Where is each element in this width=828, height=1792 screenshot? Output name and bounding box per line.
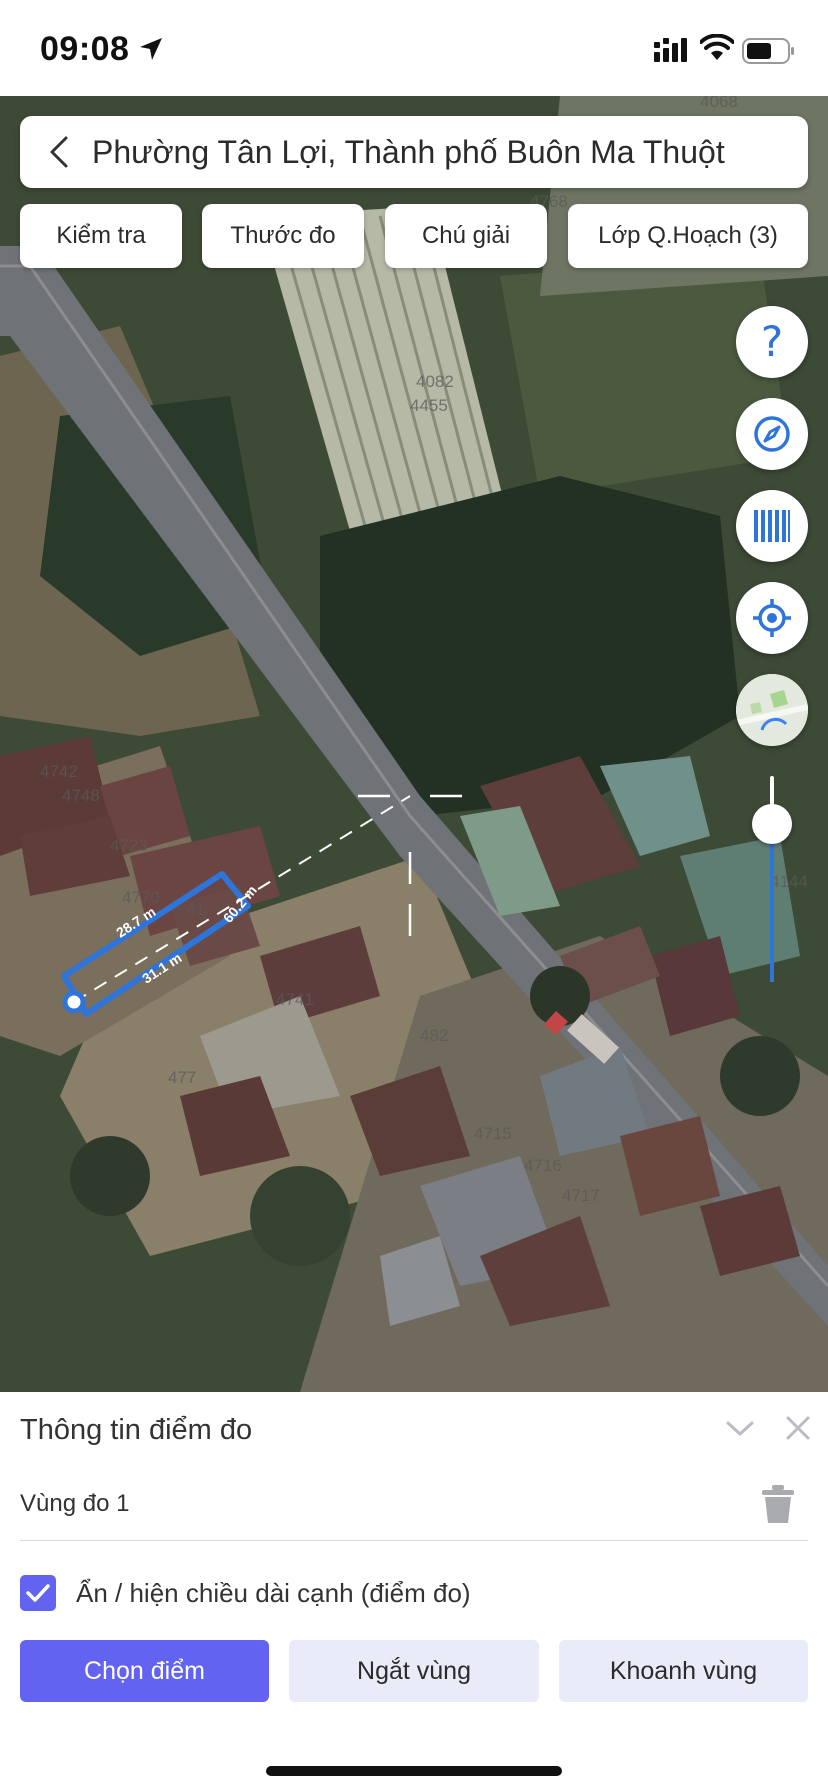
wifi-icon — [700, 34, 734, 60]
parcel-label: 4742 — [40, 762, 78, 781]
parcel-label: 482 — [420, 1026, 449, 1045]
collapse-chevron-icon[interactable] — [722, 1410, 758, 1446]
planning-layer-button[interactable]: Lớp Q.Hoạch (3) — [568, 204, 808, 268]
parcel-label: 4082 — [416, 372, 454, 391]
compass-icon — [754, 416, 790, 452]
break-zone-button[interactable]: Ngắt vùng — [289, 1640, 539, 1702]
locate-button[interactable] — [736, 582, 808, 654]
parcel-label: 477 — [168, 1068, 197, 1087]
parcel-label: 4741 — [276, 990, 314, 1009]
trash-icon[interactable] — [760, 1484, 796, 1524]
locate-icon — [753, 599, 791, 637]
barcode-button[interactable] — [736, 490, 808, 562]
satellite-map[interactable]: 4068 4768 4069 4082 4455 4742 4748 4723 … — [0, 96, 828, 1392]
help-icon: ? — [760, 317, 784, 366]
parcel-label: 4748 — [62, 786, 100, 805]
status-time: 09:08 — [40, 30, 130, 68]
zoom-slider-thumb[interactable] — [752, 804, 792, 844]
battery-icon — [742, 38, 794, 64]
parcel-label: 4455 — [410, 396, 448, 415]
check-button[interactable]: Kiểm tra — [20, 204, 182, 268]
panel-title: Thông tin điểm đo — [20, 1414, 253, 1446]
divider — [20, 1540, 808, 1541]
back-chevron-icon[interactable] — [42, 134, 78, 170]
help-button[interactable]: ? — [736, 306, 808, 378]
cellular-signal-icon — [654, 38, 687, 62]
parcel-label: 4144 — [770, 872, 808, 891]
parcel-label: 4716 — [524, 1156, 562, 1175]
legend-button[interactable]: Chú giải — [385, 204, 547, 268]
parcel-label: 4068 — [700, 96, 738, 111]
parcel-label: 4723 — [110, 836, 148, 855]
home-indicator[interactable] — [266, 1766, 562, 1776]
measurement-info-panel: Thông tin điểm đo Vùng đo 1 Ẩn / hiện ch… — [0, 1392, 828, 1792]
enclose-zone-button[interactable]: Khoanh vùng — [559, 1640, 808, 1702]
parcel-label: 41 — [186, 900, 205, 919]
parcel-label: 4770 — [122, 888, 160, 907]
zoom-slider-fill — [770, 824, 774, 982]
zone-name: Vùng đo 1 — [20, 1490, 130, 1517]
map-imagery — [0, 96, 828, 1392]
select-point-button[interactable]: Chọn điểm — [20, 1640, 269, 1702]
parcel-label: 4715 — [474, 1124, 512, 1143]
check-icon — [26, 1584, 50, 1602]
close-icon[interactable] — [780, 1410, 816, 1446]
location-header[interactable]: Phường Tân Lợi, Thành phố Buôn Ma Thuột — [20, 116, 808, 188]
edge-length-toggle-label[interactable]: Ẩn / hiện chiều dài cạnh (điểm đo) — [76, 1578, 471, 1609]
location-title: Phường Tân Lợi, Thành phố Buôn Ma Thuột — [92, 134, 725, 170]
map-layer-icon — [736, 674, 808, 746]
barcode-icon — [754, 510, 790, 542]
compass-button[interactable] — [736, 398, 808, 470]
status-bar: 09:08 — [0, 0, 828, 96]
parcel-label: 4717 — [562, 1186, 600, 1205]
map-layer-button[interactable] — [736, 674, 808, 746]
edge-length-checkbox[interactable] — [20, 1575, 56, 1611]
ruler-button[interactable]: Thước đo — [202, 204, 364, 268]
location-arrow-icon — [140, 38, 162, 60]
